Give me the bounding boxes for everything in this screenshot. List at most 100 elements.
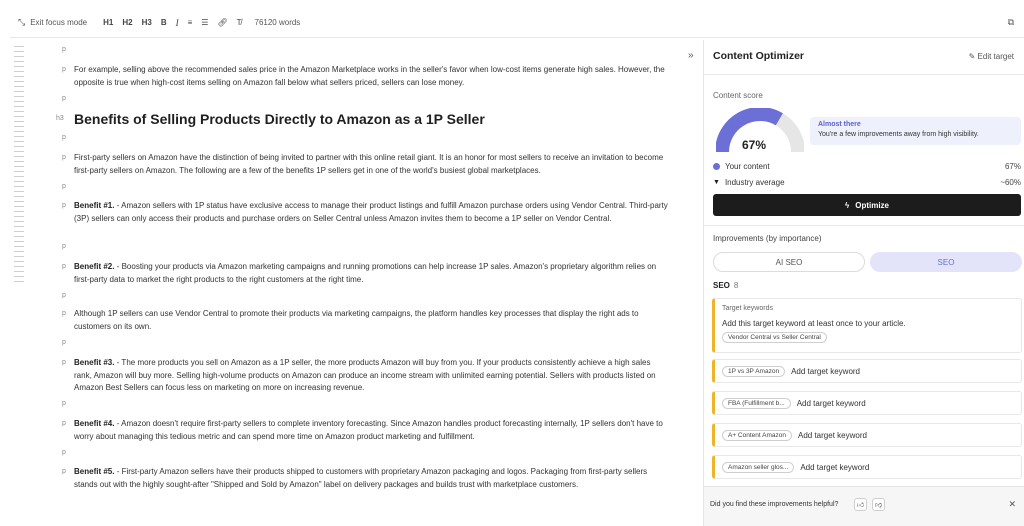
paragraph-text: - First-party Amazon sellers have their …	[74, 467, 648, 489]
optimize-button[interactable]: ϟ Optimize	[713, 194, 1021, 216]
outline-tick	[14, 171, 24, 172]
outline-tick	[14, 281, 24, 282]
content-score-label: Content score	[713, 91, 763, 100]
paragraph[interactable]: Benefit #1. - Amazon sellers with 1P sta…	[74, 200, 670, 225]
word-count: 76120 words	[254, 18, 301, 27]
benefit-label: Benefit #3.	[74, 358, 115, 367]
outline-tick	[14, 56, 24, 57]
thumbs-down-icon[interactable]: 👎︎	[872, 498, 885, 511]
paragraph-text: - Amazon doesn't require first-party sel…	[74, 419, 663, 441]
feedback-question: Did you find these improvements helpful?	[710, 501, 839, 508]
heading-3-button[interactable]: H3	[142, 18, 152, 27]
heading-2-button[interactable]: H2	[122, 18, 132, 27]
close-icon[interactable]: ✕	[1008, 499, 1016, 510]
target-keywords-text: Add this target keyword at least once to…	[722, 319, 906, 328]
add-keyword-label[interactable]: Add target keyword	[791, 367, 860, 376]
keyword-card[interactable]: 1P vs 3P Amazon Add target keyword	[712, 359, 1022, 383]
link-icon[interactable]: 🔗︎	[217, 18, 227, 27]
triangle-down-icon: ▼	[713, 179, 720, 186]
outline-tick	[14, 46, 24, 47]
outline-tick	[14, 76, 24, 77]
paragraph[interactable]: Benefit #5. - First-party Amazon sellers…	[74, 466, 670, 491]
heading-1-button[interactable]: H1	[103, 18, 113, 27]
italic-button[interactable]: I	[176, 18, 179, 28]
paragraph[interactable]: Although 1P sellers can use Vendor Centr…	[74, 308, 670, 333]
outline-tick	[14, 231, 24, 232]
outline-tick	[14, 226, 24, 227]
clear-format-icon[interactable]: T̸	[237, 18, 242, 27]
block-tag: p	[62, 95, 66, 102]
benefit-label: Benefit #1.	[74, 201, 115, 210]
keyword-card[interactable]: A+ Content Amazon Add target keyword	[712, 423, 1022, 447]
outline-tick	[14, 51, 24, 52]
industry-average-label: Industry average	[724, 178, 785, 187]
seo-section-heading: SEO 8	[713, 281, 738, 290]
keyword-card[interactable]: Amazon seller glos... Add target keyword	[712, 455, 1022, 479]
paragraph[interactable]: First-party sellers on Amazon have the d…	[74, 152, 670, 177]
copy-icon[interactable]: ⧉	[1008, 17, 1014, 28]
outline-tick	[14, 216, 24, 217]
outline-tick	[14, 96, 24, 97]
block-tag: p	[62, 449, 66, 456]
outline-tick	[14, 261, 24, 262]
tab-seo[interactable]: SEO	[870, 252, 1022, 272]
keyword-card[interactable]: FBA (Fulfillment b... Add target keyword	[712, 391, 1022, 415]
outline-tick	[14, 206, 24, 207]
edit-target-button[interactable]: ✎ Edit target	[969, 52, 1014, 61]
paragraph[interactable]: For example, selling above the recommend…	[74, 64, 670, 89]
outline-tick	[14, 86, 24, 87]
add-keyword-label[interactable]: Add target keyword	[800, 463, 869, 472]
outline-tick	[14, 211, 24, 212]
outline-tick	[14, 116, 24, 117]
keyword-chip[interactable]: Vendor Central vs Seller Central	[722, 332, 827, 343]
paragraph[interactable]: Benefit #4. - Amazon doesn't require fir…	[74, 418, 670, 443]
outline-tick	[14, 131, 24, 132]
outline-tick	[14, 121, 24, 122]
outline-tick	[14, 151, 24, 152]
exit-focus-button[interactable]: ⤡ Exit focus mode	[18, 17, 87, 28]
outline-tick	[14, 181, 24, 182]
keyword-chip[interactable]: FBA (Fulfillment b...	[722, 397, 791, 409]
editor-toolbar: ⤡ Exit focus mode H1 H2 H3 B I ≡ ☰ 🔗︎ T̸…	[10, 8, 1024, 38]
outline-tick	[14, 71, 24, 72]
paragraph-text: - Boosting your products via Amazon mark…	[74, 262, 657, 284]
outline-tick	[14, 81, 24, 82]
outline-tick	[14, 266, 24, 267]
outline-tick	[14, 276, 24, 277]
outline-tick	[14, 196, 24, 197]
exit-focus-label: Exit focus mode	[30, 18, 88, 27]
pencil-icon: ✎	[968, 52, 976, 61]
score-value: 67%	[742, 138, 767, 152]
content-optimizer-panel: Content Optimizer ✎ Edit target Content …	[704, 40, 1024, 526]
outline-tick	[14, 166, 24, 167]
keyword-chip[interactable]: 1P vs 3P Amazon	[722, 365, 786, 377]
target-keywords-card[interactable]: Target keywords Add this target keyword …	[712, 298, 1022, 353]
outline-tick	[14, 106, 24, 107]
block-tag: p	[62, 134, 66, 141]
bold-button[interactable]: B	[161, 18, 167, 27]
ordered-list-icon[interactable]: ≡	[188, 18, 193, 27]
editor-content[interactable]: p p For example, selling above the recom…	[56, 42, 674, 526]
keyword-chip[interactable]: A+ Content Amazon	[722, 429, 792, 441]
outline-tick	[14, 136, 24, 137]
bullet-list-icon[interactable]: ☰	[201, 18, 208, 27]
add-keyword-label[interactable]: Add target keyword	[798, 431, 867, 440]
paragraph-text: - The more products you sell on Amazon a…	[74, 358, 656, 392]
thumbs-up-icon[interactable]: 👍︎	[854, 498, 867, 511]
collapse-panel-icon[interactable]: »	[688, 50, 694, 61]
target-keywords-title: Target keywords	[722, 305, 773, 312]
heading-h3[interactable]: Benefits of Selling Products Directly to…	[74, 110, 670, 128]
your-content-row: Your content 67%	[713, 162, 1021, 171]
document-outline[interactable]	[14, 46, 28, 286]
keyword-chip[interactable]: Amazon seller glos...	[722, 461, 795, 473]
outline-tick	[14, 111, 24, 112]
block-tag: p	[62, 292, 66, 299]
paragraph[interactable]: Benefit #2. - Boosting your products via…	[74, 261, 670, 286]
tab-ai-seo[interactable]: AI SEO	[713, 252, 865, 272]
your-content-value: 67%	[1004, 162, 1021, 171]
paragraph[interactable]: Benefit #3. - The more products you sell…	[74, 357, 670, 395]
block-tag: p	[62, 339, 66, 346]
block-tag: p	[62, 243, 66, 250]
add-keyword-label[interactable]: Add target keyword	[797, 399, 866, 408]
outline-tick	[14, 201, 24, 202]
